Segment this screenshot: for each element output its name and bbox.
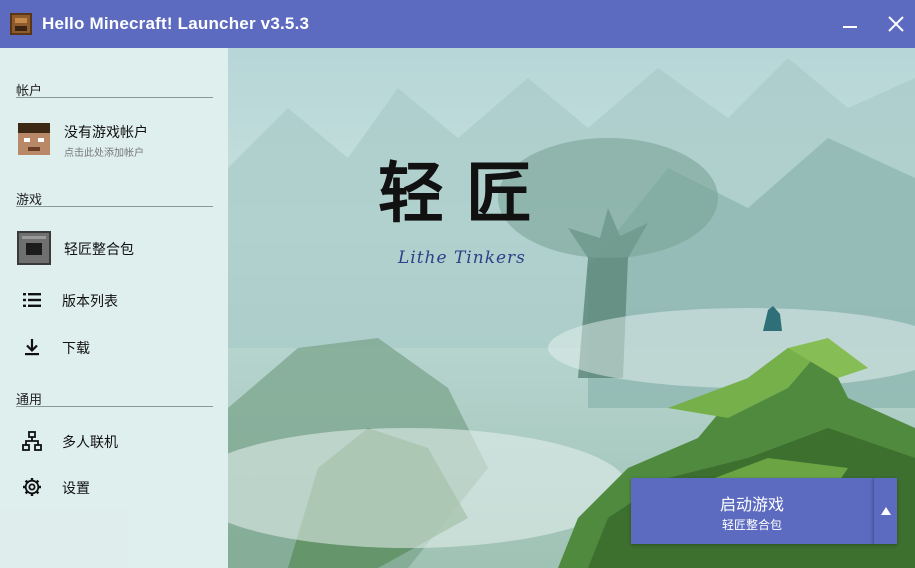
sidebar-item-label: 多人联机: [62, 435, 118, 451]
selected-modpack-item[interactable]: 轻匠整合包: [0, 222, 228, 274]
app-icon: [10, 13, 32, 35]
account-name: 没有游戏帐户: [64, 125, 148, 141]
modpack-label: 轻匠整合包: [64, 242, 134, 258]
section-divider: [16, 406, 213, 407]
section-divider: [16, 97, 213, 98]
sidebar-item-version-list[interactable]: 版本列表: [0, 280, 228, 320]
triangle-up-icon: [880, 507, 891, 515]
launch-subtitle: 轻匠整合包: [721, 518, 782, 532]
logo-chinese: 轻匠: [378, 154, 554, 232]
gear-icon: [23, 478, 41, 496]
sidebar-item-label: 下载: [62, 341, 90, 357]
sidebar-item-settings[interactable]: 设置: [0, 467, 228, 507]
logo-english: Lithe Tinkers: [398, 248, 526, 268]
sidebar-item-download[interactable]: 下载: [0, 327, 228, 367]
list-icon: [23, 293, 41, 307]
minimize-icon: [843, 26, 857, 28]
title-bar[interactable]: Hello Minecraft! Launcher v3.5.3: [0, 0, 915, 48]
network-icon: [22, 431, 42, 451]
launch-game-button[interactable]: 启动游戏 轻匠整合包: [631, 478, 873, 544]
close-icon: [888, 16, 904, 32]
sidebar-item-label: 设置: [62, 481, 90, 497]
account-item[interactable]: 没有游戏帐户 点击此处添加帐户: [0, 112, 228, 168]
account-hint: 点击此处添加帐户: [64, 148, 144, 159]
steve-avatar: [18, 123, 50, 155]
furnace-icon: [17, 231, 51, 265]
sidebar-item-label: 版本列表: [62, 294, 118, 310]
download-icon: [25, 339, 39, 356]
launch-options-button[interactable]: [873, 478, 897, 544]
window-title: Hello Minecraft! Launcher v3.5.3: [42, 14, 310, 33]
sidebar-item-multiplayer[interactable]: 多人联机: [0, 421, 228, 461]
launch-title: 启动游戏: [719, 495, 784, 514]
section-divider: [16, 206, 213, 207]
close-button[interactable]: [872, 0, 915, 48]
sidebar: 帐户 没有游戏帐户 点击此处添加帐户 游戏 轻匠整合包 版本列表 下载 通用 多…: [0, 48, 228, 568]
minimize-button[interactable]: [826, 0, 874, 48]
